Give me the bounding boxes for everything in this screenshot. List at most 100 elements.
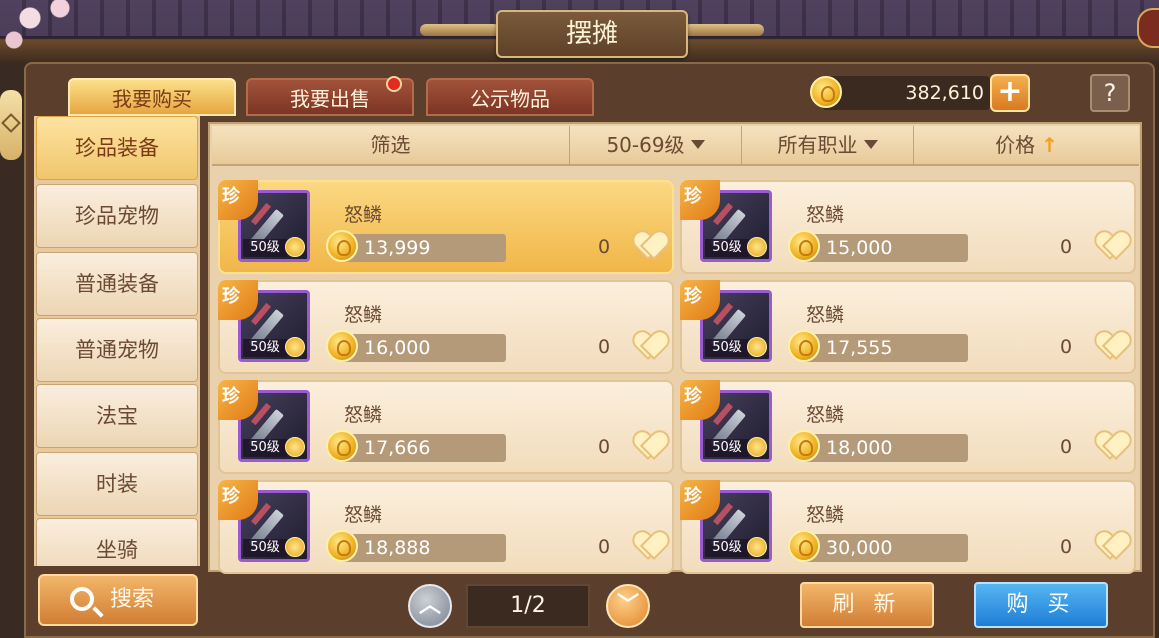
- title-wing-left: [420, 24, 500, 36]
- category-fashion[interactable]: 时装: [36, 452, 198, 516]
- filter-button[interactable]: 筛选: [212, 126, 570, 164]
- item-level: 50级: [705, 539, 749, 557]
- item-name: 怒鳞: [806, 404, 845, 426]
- favorite-heart-icon[interactable]: [1096, 232, 1126, 260]
- filter-label: 筛选: [370, 133, 411, 157]
- item-name: 怒鳞: [344, 304, 383, 326]
- lantern-icon: [1, 113, 21, 133]
- listing-card[interactable]: 50级 珍 怒鳞 15,000 0: [680, 180, 1136, 274]
- favorite-heart-icon[interactable]: [1096, 332, 1126, 360]
- item-level: 50级: [705, 339, 749, 357]
- dropdown-arrow-icon: [690, 140, 705, 149]
- item-price: 15,000: [802, 234, 968, 262]
- favorite-heart-icon[interactable]: [634, 532, 664, 560]
- price-sort-label: 价格: [995, 133, 1036, 157]
- like-count: 0: [598, 436, 611, 458]
- filter-bar: 筛选 50-69级 所有职业 价格 ↑: [212, 126, 1139, 166]
- item-price: 30,000: [802, 534, 968, 562]
- rare-tag: 珍: [218, 380, 258, 420]
- item-level: 50级: [243, 239, 287, 257]
- page-up-button[interactable]: ︿: [408, 584, 452, 628]
- sort-ascending-icon: ↑: [1041, 133, 1058, 157]
- category-normal-equipment[interactable]: 普通装备: [36, 252, 198, 316]
- item-level: 50级: [705, 239, 749, 257]
- rare-tag: 珍: [218, 180, 258, 220]
- favorite-heart-icon[interactable]: [634, 332, 664, 360]
- page-title: 摆摊: [496, 10, 688, 58]
- tab-sell[interactable]: 我要出售: [246, 76, 414, 116]
- search-label: 搜索: [110, 587, 155, 612]
- favorite-heart-icon[interactable]: [634, 432, 664, 460]
- listing-card[interactable]: 50级 珍 怒鳞 18,000 0: [680, 380, 1136, 474]
- page-indicator: 1/2: [466, 584, 590, 628]
- favorite-heart-icon[interactable]: [1096, 432, 1126, 460]
- rare-tag: 珍: [218, 480, 258, 520]
- buy-button[interactable]: 购 买: [974, 582, 1108, 628]
- level-filter-dropdown[interactable]: 50-69级: [570, 126, 742, 164]
- gold-coin-icon: [788, 530, 820, 562]
- category-magic-treasure[interactable]: 法宝: [36, 384, 198, 448]
- listing-card[interactable]: 50级 珍 怒鳞 16,000 0: [218, 280, 674, 374]
- search-button[interactable]: 搜索: [38, 574, 198, 626]
- close-button[interactable]: [1137, 8, 1159, 48]
- bound-coin-icon: [747, 337, 767, 357]
- item-price: 17,666: [340, 434, 506, 462]
- listing-card[interactable]: 50级 珍 怒鳞 18,888 0: [218, 480, 674, 574]
- category-sidebar: 珍品装备 珍品宠物 普通装备 普通宠物 法宝 时装 坐骑: [34, 116, 200, 566]
- gold-coin-icon: [326, 430, 358, 462]
- blossom-decoration: [0, 0, 110, 60]
- gold-coin-icon: [326, 530, 358, 562]
- listing-card[interactable]: 50级 珍 怒鳞 17,555 0: [680, 280, 1136, 374]
- favorite-heart-icon[interactable]: [634, 232, 664, 260]
- gold-coin-icon: [810, 76, 842, 108]
- tab-buy[interactable]: 我要购买: [68, 78, 236, 116]
- tab-public-items[interactable]: 公示物品: [426, 78, 594, 116]
- page-down-button[interactable]: ﹀: [606, 584, 650, 628]
- item-name: 怒鳞: [806, 304, 845, 326]
- like-count: 0: [1060, 336, 1073, 358]
- item-price: 18,000: [802, 434, 968, 462]
- gold-coin-icon: [788, 230, 820, 262]
- dropdown-arrow-icon: [863, 140, 878, 149]
- like-count: 0: [1060, 436, 1073, 458]
- gold-coin-icon: [326, 330, 358, 362]
- price-sort-button[interactable]: 价格 ↑: [914, 126, 1139, 164]
- listing-card[interactable]: 50级 珍 怒鳞 17,666 0: [218, 380, 674, 474]
- add-gold-button[interactable]: +: [990, 74, 1030, 112]
- item-name: 怒鳞: [344, 404, 383, 426]
- lantern-decoration: [0, 90, 22, 160]
- gold-coin-icon: [788, 430, 820, 462]
- category-rare-equipment[interactable]: 珍品装备: [36, 116, 198, 180]
- notification-dot: [386, 76, 402, 92]
- item-price: 18,888: [340, 534, 506, 562]
- like-count: 0: [598, 236, 611, 258]
- refresh-button[interactable]: 刷 新: [800, 582, 934, 628]
- like-count: 0: [598, 336, 611, 358]
- listing-card[interactable]: 50级 珍 怒鳞 30,000 0: [680, 480, 1136, 574]
- item-name: 怒鳞: [806, 204, 845, 226]
- category-rare-pets[interactable]: 珍品宠物: [36, 184, 198, 248]
- bound-coin-icon: [285, 537, 305, 557]
- category-normal-pets[interactable]: 普通宠物: [36, 318, 198, 382]
- class-filter-dropdown[interactable]: 所有职业: [742, 126, 914, 164]
- rare-tag: 珍: [680, 180, 720, 220]
- help-button[interactable]: ?: [1090, 74, 1130, 112]
- rare-tag: 珍: [218, 280, 258, 320]
- rare-tag: 珍: [680, 480, 720, 520]
- level-filter-label: 50-69级: [606, 133, 685, 157]
- bound-coin-icon: [747, 537, 767, 557]
- gold-coin-icon: [326, 230, 358, 262]
- category-mounts[interactable]: 坐骑: [36, 518, 198, 566]
- favorite-heart-icon[interactable]: [1096, 532, 1126, 560]
- item-price: 17,555: [802, 334, 968, 362]
- item-name: 怒鳞: [344, 204, 383, 226]
- listing-card[interactable]: 50级 珍 怒鳞 13,999 0: [218, 180, 674, 274]
- tab-sell-label: 我要出售: [290, 87, 370, 111]
- like-count: 0: [1060, 536, 1073, 558]
- item-price: 16,000: [340, 334, 506, 362]
- rare-tag: 珍: [680, 280, 720, 320]
- rare-tag: 珍: [680, 380, 720, 420]
- item-name: 怒鳞: [806, 504, 845, 526]
- bound-coin-icon: [285, 437, 305, 457]
- class-filter-label: 所有职业: [777, 133, 858, 157]
